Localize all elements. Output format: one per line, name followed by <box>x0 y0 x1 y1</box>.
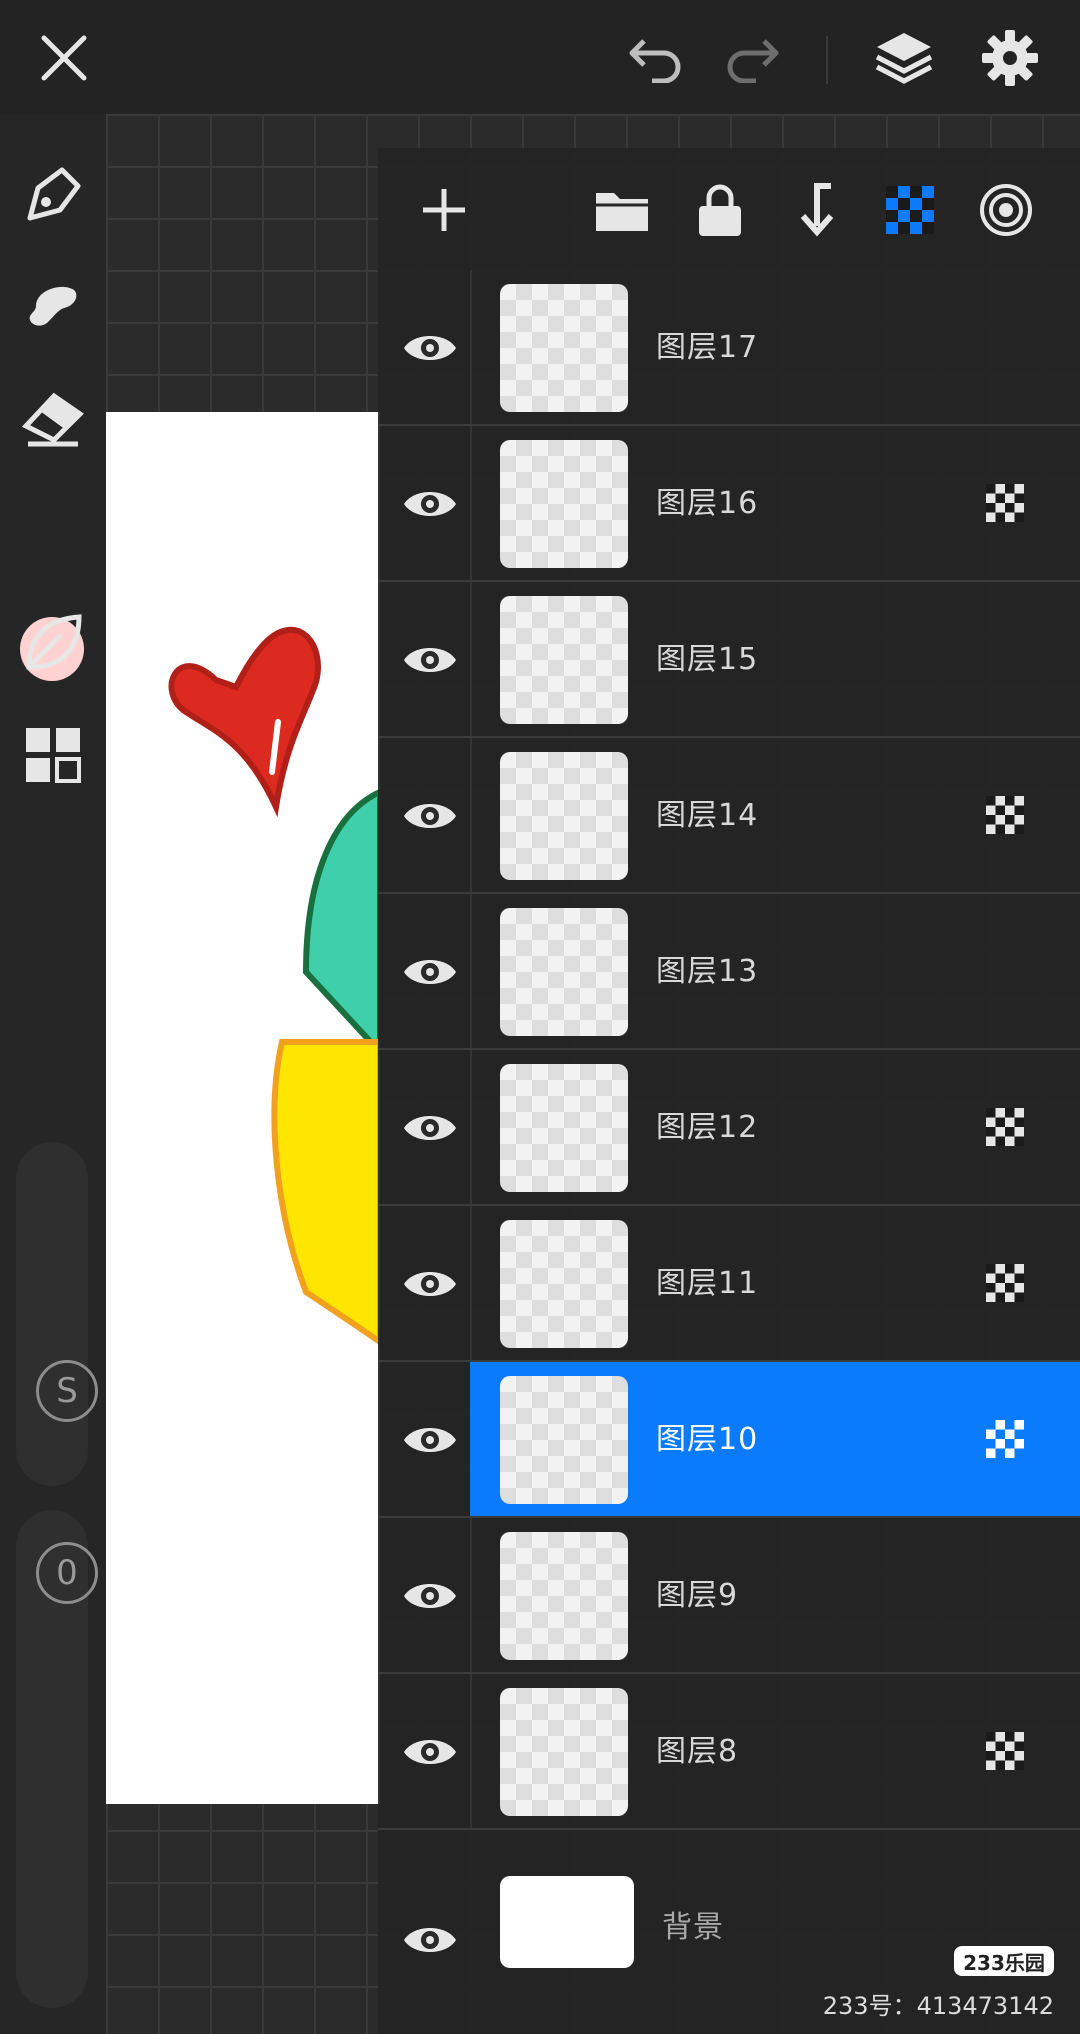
mask-icon[interactable] <box>986 1420 1024 1458</box>
layer-name: 图层16 <box>656 486 759 521</box>
folder-icon[interactable] <box>586 174 658 246</box>
eye-icon[interactable] <box>400 1910 460 1970</box>
layer-thumbnail <box>500 440 628 568</box>
tool-sidebar: S 0 <box>0 114 106 2034</box>
smudge-icon[interactable] <box>18 272 88 342</box>
layer-row[interactable]: 图层16 <box>378 426 1080 582</box>
eye-icon[interactable] <box>400 1254 460 1314</box>
row-divider <box>470 1674 472 1828</box>
eraser-icon[interactable] <box>18 384 88 454</box>
layer-row[interactable]: 图层11 <box>378 1206 1080 1362</box>
row-divider <box>470 582 472 736</box>
opacity-knob[interactable]: 0 <box>36 1542 98 1604</box>
top-bar <box>0 0 1080 114</box>
row-divider <box>470 1518 472 1672</box>
layer-row[interactable]: 图层10 <box>378 1362 1080 1518</box>
layer-name: 图层15 <box>656 642 759 677</box>
leaf-icon[interactable] <box>18 608 88 678</box>
layer-thumbnail <box>500 1064 628 1192</box>
row-divider <box>470 894 472 1048</box>
gear-icon[interactable] <box>972 20 1048 96</box>
layer-thumbnail <box>500 1376 628 1504</box>
layers-panel: 图层17 图层16 图层15 图层14 图层13 图层12 图层11 图层10 图层9 图层8 背… <box>378 148 1080 2034</box>
background-label: 背景 <box>662 1910 724 1945</box>
redo-icon[interactable] <box>714 20 790 96</box>
row-divider <box>470 270 472 424</box>
mask-icon[interactable] <box>986 1732 1024 1770</box>
row-divider <box>470 1206 472 1360</box>
mask-icon[interactable] <box>986 796 1024 834</box>
layer-thumbnail <box>500 752 628 880</box>
add-layer-icon[interactable] <box>408 174 480 246</box>
layer-thumbnail <box>500 908 628 1036</box>
layer-name: 图层8 <box>656 1734 739 1769</box>
layer-name: 图层12 <box>656 1110 759 1145</box>
layer-row[interactable]: 图层12 <box>378 1050 1080 1206</box>
layers-icon[interactable] <box>866 20 942 96</box>
eye-icon[interactable] <box>400 1722 460 1782</box>
size-label: S <box>56 1371 78 1411</box>
row-divider <box>470 738 472 892</box>
background-thumbnail <box>500 1876 634 1968</box>
layer-name: 图层11 <box>656 1266 759 1301</box>
brush-size-slider[interactable]: S <box>16 1142 98 1486</box>
layer-row[interactable]: 图层9 <box>378 1518 1080 1674</box>
toolbar-separator <box>826 36 828 84</box>
merge-down-icon[interactable] <box>778 174 850 246</box>
alpha-lock-icon[interactable] <box>874 174 946 246</box>
close-icon[interactable] <box>26 20 102 96</box>
layers-panel-header <box>378 148 1080 270</box>
row-divider <box>470 1050 472 1204</box>
size-knob[interactable]: S <box>36 1360 98 1422</box>
mask-icon[interactable] <box>986 1264 1024 1302</box>
layer-name: 图层13 <box>656 954 759 989</box>
mask-icon[interactable] <box>986 484 1024 522</box>
eye-icon[interactable] <box>400 318 460 378</box>
layer-thumbnail <box>500 1532 628 1660</box>
layer-thumbnail <box>500 1220 628 1348</box>
eye-icon[interactable] <box>400 1410 460 1470</box>
eye-icon[interactable] <box>400 1098 460 1158</box>
eye-icon[interactable] <box>400 786 460 846</box>
watermark-badge: 233乐园 <box>954 1946 1054 1976</box>
layer-row[interactable]: 图层15 <box>378 582 1080 738</box>
layer-name: 图层9 <box>656 1578 739 1613</box>
layer-row[interactable]: 图层17 <box>378 270 1080 426</box>
artwork <box>168 626 380 1346</box>
layer-name: 图层10 <box>656 1422 759 1457</box>
opacity-label: 0 <box>56 1553 78 1593</box>
layer-row[interactable]: 图层14 <box>378 738 1080 894</box>
background-layer-row[interactable]: 背景 <box>378 1862 1080 2002</box>
eye-icon[interactable] <box>400 630 460 690</box>
row-divider <box>470 426 472 580</box>
eye-icon[interactable] <box>400 1566 460 1626</box>
layer-row[interactable]: 图层8 <box>378 1674 1080 1830</box>
eye-icon[interactable] <box>400 474 460 534</box>
drawing-canvas[interactable] <box>106 412 380 1804</box>
layer-thumbnail <box>500 1688 628 1816</box>
eye-icon[interactable] <box>400 942 460 1002</box>
watermark-id: 233号：413473142 <box>822 1992 1054 2020</box>
mask-icon[interactable] <box>986 1108 1024 1146</box>
lock-icon[interactable] <box>684 174 756 246</box>
layer-thumbnail <box>500 284 628 412</box>
layer-name: 图层17 <box>656 330 759 365</box>
layer-name: 图层14 <box>656 798 759 833</box>
pen-icon[interactable] <box>18 160 88 230</box>
blend-mode-icon[interactable] <box>970 174 1042 246</box>
grid-icon[interactable] <box>18 720 88 790</box>
layer-row[interactable]: 图层13 <box>378 894 1080 1050</box>
undo-icon[interactable] <box>618 20 694 96</box>
layer-thumbnail <box>500 596 628 724</box>
opacity-slider[interactable]: 0 <box>16 1510 98 2008</box>
